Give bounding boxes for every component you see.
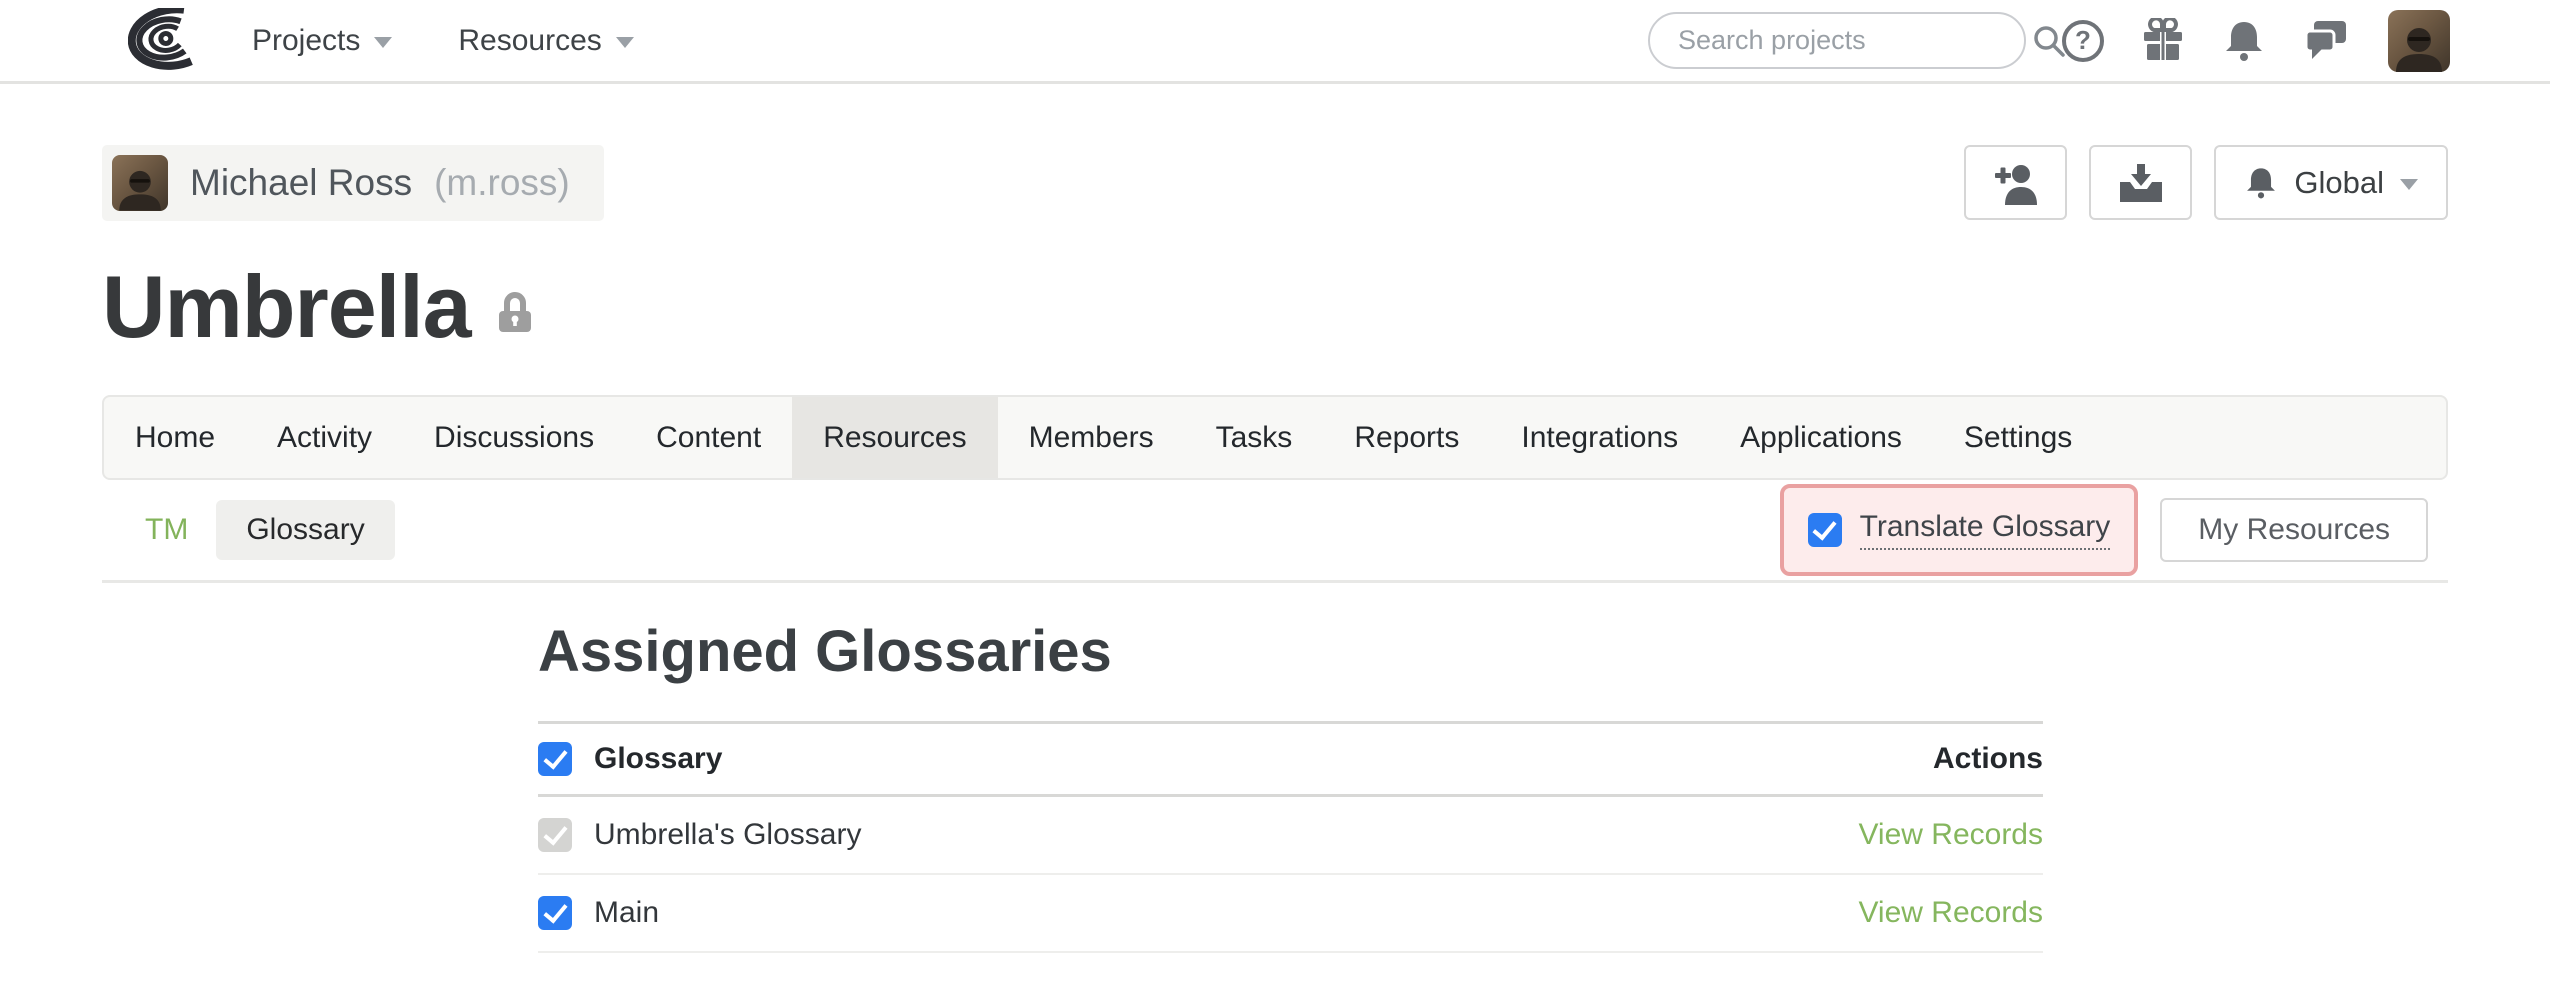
tab-members[interactable]: Members bbox=[998, 397, 1185, 478]
glossaries-table: Glossary Actions Umbrella's Glossary Vie… bbox=[538, 721, 2043, 953]
tab-settings[interactable]: Settings bbox=[1933, 397, 2103, 478]
download-button[interactable] bbox=[2089, 145, 2192, 220]
select-all-checkbox[interactable] bbox=[538, 742, 572, 776]
owner-badge[interactable]: Michael Ross (m.ross) bbox=[102, 145, 604, 221]
chevron-down-icon bbox=[616, 37, 634, 48]
subnav-tm-link[interactable]: TM bbox=[145, 513, 188, 547]
column-glossary: Glossary bbox=[594, 742, 722, 776]
nav-projects-menu[interactable]: Projects bbox=[252, 24, 392, 58]
tab-reports[interactable]: Reports bbox=[1323, 397, 1490, 478]
owner-login: (m.ross) bbox=[434, 162, 570, 204]
gift-icon[interactable] bbox=[2140, 18, 2186, 64]
user-avatar[interactable] bbox=[2388, 10, 2450, 72]
translate-glossary-label[interactable]: Translate Glossary bbox=[1860, 510, 2111, 550]
subnav-glossary-tab[interactable]: Glossary bbox=[216, 500, 394, 560]
section-heading: Assigned Glossaries bbox=[538, 619, 2043, 685]
row-checkbox[interactable] bbox=[538, 896, 572, 930]
bell-icon bbox=[2244, 165, 2278, 201]
global-notifications-button[interactable]: Global bbox=[2214, 145, 2448, 220]
global-label: Global bbox=[2294, 165, 2384, 201]
messages-icon[interactable] bbox=[2302, 19, 2350, 63]
tab-content[interactable]: Content bbox=[625, 397, 792, 478]
translate-glossary-checkbox[interactable] bbox=[1808, 513, 1842, 547]
owner-avatar bbox=[112, 155, 168, 211]
owner-name: Michael Ross bbox=[190, 162, 412, 204]
app-logo-icon[interactable] bbox=[102, 8, 194, 74]
translate-glossary-highlight: Translate Glossary bbox=[1780, 484, 2139, 576]
bell-icon[interactable] bbox=[2222, 18, 2266, 64]
nav-resources-menu[interactable]: Resources bbox=[458, 24, 633, 58]
page-title: Umbrella bbox=[102, 261, 471, 353]
row-checkbox-disabled bbox=[538, 818, 572, 852]
invite-member-button[interactable] bbox=[1964, 145, 2067, 220]
top-navbar: Projects Resources ? bbox=[0, 0, 2550, 84]
project-tabbar: Home Activity Discussions Content Resour… bbox=[102, 395, 2448, 480]
tab-activity[interactable]: Activity bbox=[246, 397, 403, 478]
page-body: Michael Ross (m.ross) bbox=[0, 145, 2550, 953]
search-projects-box bbox=[1648, 12, 2026, 69]
view-records-link[interactable]: View Records bbox=[1858, 818, 2043, 852]
nav-resources-label: Resources bbox=[458, 24, 601, 58]
table-row: Main View Records bbox=[538, 875, 2043, 953]
help-icon[interactable]: ? bbox=[2062, 20, 2104, 62]
nav-projects-label: Projects bbox=[252, 24, 360, 58]
lock-icon bbox=[497, 290, 533, 334]
glossary-name: Main bbox=[594, 896, 659, 930]
tab-home[interactable]: Home bbox=[104, 397, 246, 478]
question-glyph: ? bbox=[2075, 25, 2091, 56]
tab-integrations[interactable]: Integrations bbox=[1490, 397, 1709, 478]
tab-applications[interactable]: Applications bbox=[1709, 397, 1933, 478]
person-plus-icon bbox=[1993, 161, 2039, 205]
glossary-name: Umbrella's Glossary bbox=[594, 818, 861, 852]
table-header-row: Glossary Actions bbox=[538, 721, 2043, 797]
my-resources-button[interactable]: My Resources bbox=[2160, 498, 2428, 562]
view-records-link[interactable]: View Records bbox=[1858, 896, 2043, 930]
table-row: Umbrella's Glossary View Records bbox=[538, 797, 2043, 875]
search-icon[interactable] bbox=[2032, 24, 2066, 58]
download-icon bbox=[2118, 162, 2164, 204]
search-input[interactable] bbox=[1678, 25, 2032, 56]
tab-resources[interactable]: Resources bbox=[792, 397, 997, 478]
column-actions: Actions bbox=[1933, 742, 2043, 776]
chevron-down-icon bbox=[2400, 179, 2418, 190]
tab-tasks[interactable]: Tasks bbox=[1185, 397, 1324, 478]
resources-subnav: TM Glossary Translate Glossary My Resour… bbox=[102, 480, 2448, 583]
chevron-down-icon bbox=[374, 37, 392, 48]
tab-discussions[interactable]: Discussions bbox=[403, 397, 625, 478]
